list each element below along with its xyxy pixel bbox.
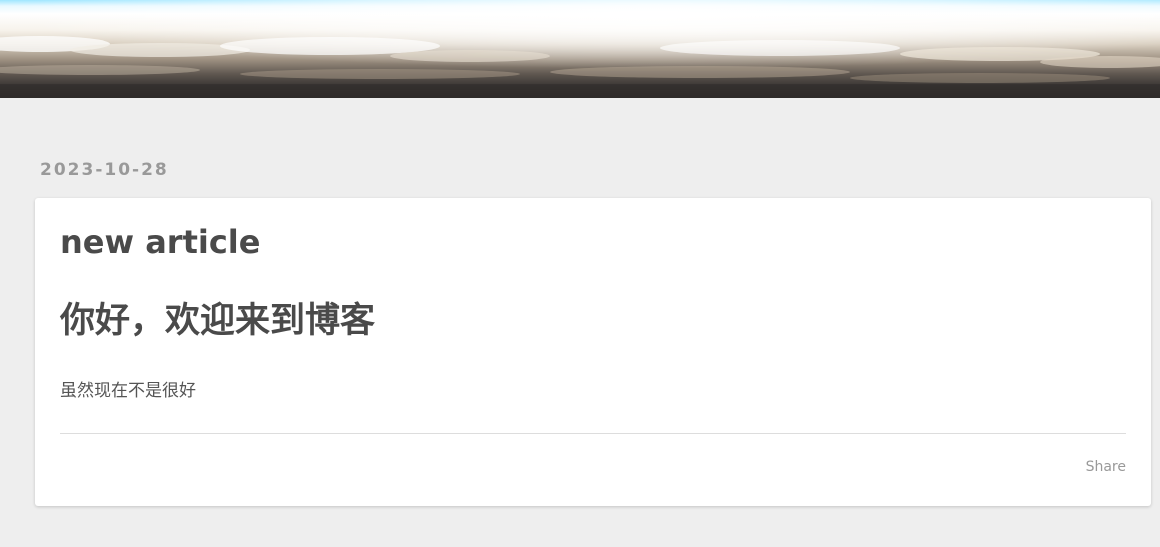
clouds-illustration [0, 0, 1160, 98]
post-title[interactable]: new article [60, 222, 260, 262]
post-card: new article 你好，欢迎来到博客 虽然现在不是很好 Share [35, 198, 1151, 506]
post-date: 2023-10-28 [40, 160, 169, 180]
header-banner-image [0, 0, 1160, 98]
post-paragraph: 虽然现在不是很好 [60, 381, 196, 401]
share-link[interactable]: Share [1086, 459, 1126, 475]
post-heading: 你好，欢迎来到博客 [60, 301, 376, 341]
divider [60, 433, 1126, 434]
